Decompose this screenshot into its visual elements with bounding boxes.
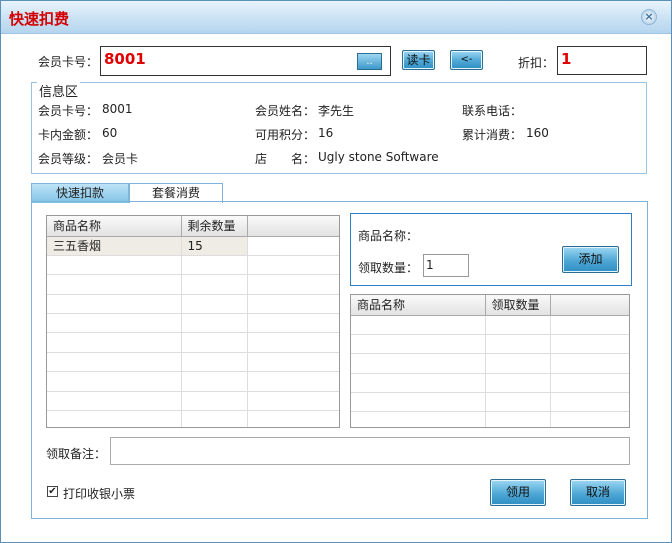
confirm-button[interactable]: 领用 bbox=[490, 479, 546, 506]
close-icon[interactable]: × bbox=[641, 9, 657, 25]
column-header-remaining-qty[interactable]: 剩余数量 bbox=[181, 216, 249, 237]
claim-qty-label: 领取数量： bbox=[358, 261, 419, 275]
empty-row bbox=[351, 315, 629, 335]
discount-input[interactable]: 1 bbox=[557, 46, 647, 75]
discount-value: 1 bbox=[561, 50, 572, 68]
cell-remaining-qty: 15 bbox=[181, 236, 249, 256]
print-receipt-checkbox[interactable]: ✔ bbox=[47, 486, 58, 497]
empty-row bbox=[47, 294, 339, 315]
cell-product-name: 三五香烟 bbox=[47, 236, 182, 256]
info-card-no: 8001 bbox=[102, 102, 133, 116]
empty-row bbox=[47, 371, 339, 392]
info-points-label: 可用积分： bbox=[255, 128, 316, 142]
table-row[interactable]: 三五香烟 15 bbox=[47, 236, 339, 256]
column-header-claim-qty[interactable]: 领取数量 bbox=[485, 295, 552, 316]
quick-charge-window: 快速扣费 × 会员卡号： 8001 .. 读卡 <- 折扣： 1 信息区 会员卡… bbox=[0, 0, 672, 543]
window-title: 快速扣费 bbox=[9, 10, 70, 28]
note-input[interactable] bbox=[110, 437, 630, 465]
claim-table[interactable]: 商品名称 领取数量 bbox=[350, 294, 630, 428]
info-name-label: 会员姓名： bbox=[255, 104, 316, 118]
tab-package-consume[interactable]: 套餐消费 bbox=[129, 183, 223, 203]
empty-row bbox=[47, 391, 339, 412]
print-receipt-label: 打印收银小票 bbox=[63, 487, 136, 501]
column-header-filler bbox=[247, 216, 339, 237]
info-total-label: 累计消费： bbox=[462, 128, 523, 142]
info-area-legend: 信息区 bbox=[37, 81, 81, 100]
empty-row bbox=[47, 352, 339, 373]
add-button[interactable]: 添加 bbox=[562, 246, 619, 273]
browse-button[interactable]: .. bbox=[357, 53, 382, 70]
card-number-label: 会员卡号： bbox=[38, 55, 99, 69]
empty-row bbox=[47, 332, 339, 353]
cancel-button[interactable]: 取消 bbox=[570, 479, 626, 506]
empty-row bbox=[47, 410, 339, 427]
read-card-button[interactable]: 读卡 bbox=[402, 50, 435, 70]
info-name: 李先生 bbox=[318, 104, 355, 118]
cell-filler bbox=[247, 236, 339, 256]
info-total: 160 bbox=[526, 126, 549, 140]
empty-row bbox=[47, 274, 339, 295]
info-phone-label: 联系电话： bbox=[462, 104, 523, 118]
column-header-product-name[interactable]: 商品名称 bbox=[351, 295, 486, 316]
info-level: 会员卡 bbox=[102, 152, 139, 166]
info-level-label: 会员等级： bbox=[38, 152, 99, 166]
empty-row bbox=[351, 392, 629, 413]
info-card-no-label: 会员卡号： bbox=[38, 104, 99, 118]
tab-quick-charge[interactable]: 快速扣款 bbox=[31, 183, 129, 203]
title-bar: 快速扣费 × bbox=[1, 1, 671, 34]
empty-row bbox=[351, 353, 629, 374]
column-header-filler bbox=[550, 295, 629, 316]
card-number-input[interactable]: 8001 .. bbox=[100, 46, 391, 76]
empty-row bbox=[351, 373, 629, 394]
claim-product-label: 商品名称： bbox=[358, 229, 419, 243]
note-label: 领取备注： bbox=[46, 447, 107, 461]
info-points: 16 bbox=[318, 126, 334, 140]
empty-row bbox=[47, 255, 339, 276]
info-balance: 60 bbox=[102, 126, 118, 140]
products-table[interactable]: 商品名称 剩余数量 三五香烟 15 bbox=[46, 215, 340, 428]
empty-row bbox=[351, 334, 629, 355]
info-store-label: 店 名： bbox=[255, 152, 316, 166]
claim-table-header: 商品名称 领取数量 bbox=[351, 295, 629, 316]
column-header-product-name[interactable]: 商品名称 bbox=[47, 216, 182, 237]
back-button[interactable]: <- bbox=[450, 50, 483, 70]
card-number-value: 8001 bbox=[104, 50, 146, 68]
info-balance-label: 卡内金额： bbox=[38, 128, 99, 142]
empty-row bbox=[351, 411, 629, 427]
info-store: Ugly stone Software bbox=[318, 150, 439, 164]
empty-row bbox=[47, 313, 339, 334]
discount-label: 折扣： bbox=[518, 56, 555, 70]
claim-qty-input[interactable]: 1 bbox=[423, 254, 469, 277]
products-table-header: 商品名称 剩余数量 bbox=[47, 216, 339, 237]
